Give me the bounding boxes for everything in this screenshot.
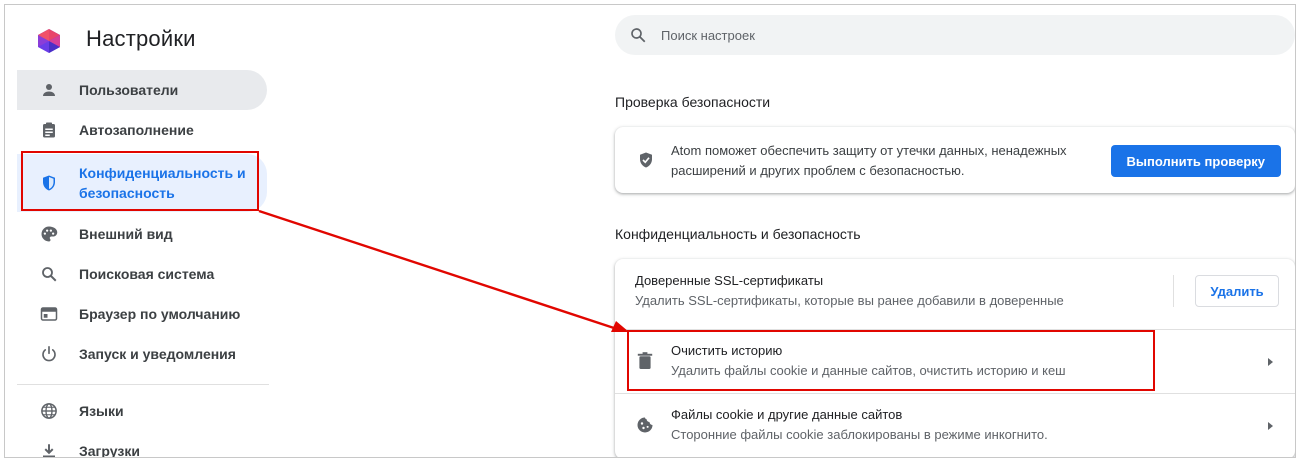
run-safety-check-button[interactable]: Выполнить проверку <box>1110 145 1281 177</box>
cookie-icon <box>635 415 655 435</box>
atom-logo-icon <box>38 29 60 53</box>
search-bar <box>615 15 1295 55</box>
sidebar-item-autofill[interactable]: Автозаполнение <box>17 110 267 150</box>
globe-icon <box>39 401 59 421</box>
sidebar-item-privacy[interactable]: Конфиденциальность и безопасность <box>17 154 267 212</box>
sidebar-divider <box>17 384 269 385</box>
person-icon <box>39 80 59 100</box>
browser-icon <box>39 304 59 324</box>
sidebar-item-search-engine[interactable]: Поисковая система <box>17 254 267 294</box>
safety-check-description: Atom поможет обеспечить защиту от утечки… <box>671 143 1067 178</box>
sidebar-item-label: Загрузки <box>79 443 140 458</box>
row-subtitle: Сторонние файлы cookie заблокированы в р… <box>671 427 1048 442</box>
chevron-right-icon <box>1268 422 1273 430</box>
sidebar-item-label: Поисковая система <box>79 266 215 282</box>
row-title: Доверенные SSL-сертификаты <box>635 273 824 288</box>
sidebar-item-users[interactable]: Пользователи <box>17 70 267 110</box>
sidebar-item-label: Браузер по умолчанию <box>79 306 241 322</box>
row-title: Очистить историю <box>671 343 783 358</box>
sidebar-item-label: Языки <box>79 403 124 419</box>
sidebar-item-appearance[interactable]: Внешний вид <box>17 214 267 254</box>
chevron-right-icon <box>1268 358 1273 366</box>
ssl-certificates-row: Доверенные SSL-сертификаты Удалить SSL-с… <box>615 259 1295 323</box>
power-icon <box>39 344 59 364</box>
sidebar-item-default-browser[interactable]: Браузер по умолчанию <box>17 294 267 334</box>
sidebar-item-downloads[interactable]: Загрузки <box>17 431 267 458</box>
shield-check-icon <box>640 152 652 168</box>
sidebar-item-startup[interactable]: Запуск и уведомления <box>17 334 267 374</box>
sidebar-item-languages[interactable]: Языки <box>17 391 267 431</box>
search-icon <box>39 264 59 284</box>
sidebar-item-label: Автозаполнение <box>79 122 194 138</box>
sidebar-item-label: Запуск и уведомления <box>79 346 236 362</box>
shield-icon <box>39 173 59 193</box>
trash-icon <box>635 351 655 371</box>
clear-history-row[interactable]: Очистить историю Удалить файлы cookie и … <box>615 329 1295 393</box>
download-icon <box>39 441 59 457</box>
remove-ssl-button[interactable]: Удалить <box>1195 275 1279 307</box>
row-title: Файлы cookie и другие данные сайтов <box>671 407 903 422</box>
privacy-card: Доверенные SSL-сертификаты Удалить SSL-с… <box>615 259 1295 457</box>
sidebar-item-label: Конфиденциальность и безопасность <box>79 165 246 201</box>
privacy-heading: Конфиденциальность и безопасность <box>615 226 861 242</box>
search-input[interactable] <box>661 15 1261 55</box>
safety-check-heading: Проверка безопасности <box>615 94 771 110</box>
clipboard-icon <box>39 120 59 140</box>
app-title: Настройки <box>86 26 196 51</box>
row-subtitle: Удалить SSL-сертификаты, которые вы ране… <box>635 293 1064 308</box>
settings-window: Настройки Пользователи Автозаполнение Ко… <box>4 4 1296 458</box>
row-divider <box>1173 275 1174 307</box>
palette-icon <box>39 224 59 244</box>
safety-check-card: Atom поможет обеспечить защиту от утечки… <box>615 127 1295 193</box>
cookies-row[interactable]: Файлы cookie и другие данные сайтов Стор… <box>615 393 1295 457</box>
row-subtitle: Удалить файлы cookie и данные сайтов, оч… <box>671 363 1066 378</box>
sidebar-item-label: Внешний вид <box>79 226 173 242</box>
search-icon <box>631 28 646 43</box>
sidebar-item-label: Пользователи <box>79 82 179 98</box>
